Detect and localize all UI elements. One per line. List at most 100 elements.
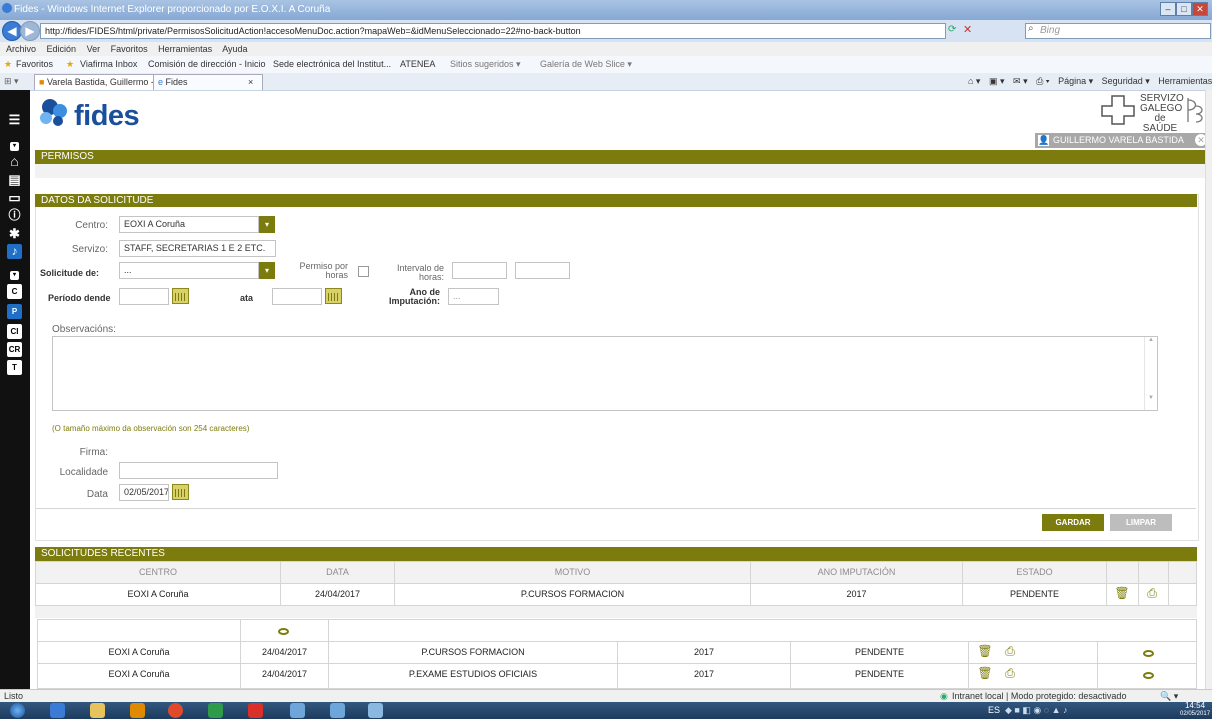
fav-comision[interactable]: Comisión de dirección - Inicio [148, 59, 266, 69]
explorer-taskbar-icon[interactable] [90, 703, 105, 718]
tool-t[interactable]: T [7, 360, 22, 375]
settings-icon[interactable]: ✱ [7, 226, 22, 241]
delete-icon[interactable]: 🗑 [1110, 586, 1134, 600]
document-icon[interactable]: ▤ [7, 172, 22, 187]
tool-cr[interactable]: CR [7, 342, 22, 357]
calendar-desde-icon[interactable] [172, 288, 189, 304]
favorites-button[interactable]: Favoritos [16, 59, 53, 69]
ie-taskbar-icon[interactable] [50, 703, 65, 718]
feeds-icon[interactable]: ▣ ▾ [989, 76, 1005, 86]
tray-icons[interactable]: ◆ ■ ◧ ◉ ◌ ▲ ♪ [1005, 705, 1067, 716]
fav-atenea[interactable]: ATENEA [400, 59, 435, 69]
outlook-taskbar-icon[interactable] [130, 703, 145, 718]
close-tab-icon[interactable]: × [248, 75, 253, 90]
editor-taskbar-icon[interactable] [330, 703, 345, 718]
tool-ci[interactable]: CI [7, 324, 22, 339]
cell-estado: PENDENTE [854, 647, 904, 657]
periodo-ata-input[interactable] [272, 288, 322, 305]
home-icon[interactable]: ⌂ ▾ [968, 76, 980, 86]
mail-icon[interactable]: ✉ ▾ [1013, 76, 1028, 86]
permisos-title: PERMISOS [41, 151, 94, 162]
calendar-ata-icon[interactable] [325, 288, 342, 304]
print-row-icon[interactable]: ⎙ [1000, 644, 1020, 659]
home-nav-icon[interactable]: ⌂ [7, 154, 22, 169]
centro-dropdown-icon[interactable]: ▾ [259, 216, 275, 233]
maximize-button[interactable]: □ [1176, 2, 1192, 16]
solicitude-dropdown-icon[interactable]: ▾ [259, 262, 275, 279]
forward-button[interactable]: ▶ [20, 21, 40, 41]
view-icon[interactable] [1143, 672, 1154, 679]
left-toolbar: ☰ ▾ ⌂ ▤ ▭ ⓘ ✱ ♪ ▾ C P CI CR T [0, 90, 30, 695]
collapse-icon-2[interactable]: ▾ [10, 271, 19, 280]
stop-icon[interactable]: ✕ [963, 23, 972, 36]
refresh-icon[interactable]: ⟳ [948, 24, 956, 35]
url-field[interactable]: http://fides/FIDES/html/private/Permisos… [40, 23, 946, 39]
print-row-icon[interactable]: ⎙ [1000, 666, 1020, 681]
paint-taskbar-icon[interactable] [368, 703, 383, 718]
calendar-data-icon[interactable] [172, 484, 189, 500]
fav-webslice[interactable]: Galería de Web Slice ▾ [540, 59, 632, 70]
max-chars-note: (O tamaño máximo da observación son 254 … [52, 424, 250, 433]
start-button[interactable] [10, 703, 25, 718]
menu-ver[interactable]: Ver [87, 44, 101, 54]
table-row: EOXI A Coruña 24/04/2017 P.EXAME ESTUDIO… [38, 664, 1196, 685]
permiso-horas-checkbox[interactable] [358, 266, 369, 277]
outlook-icon: ■ [39, 77, 45, 87]
acrobat-taskbar-icon[interactable] [248, 703, 263, 718]
excel-taskbar-icon[interactable] [208, 703, 223, 718]
delete-icon[interactable]: 🗑 [975, 666, 995, 680]
info-icon[interactable]: ⓘ [7, 208, 22, 223]
textarea-scrollbar[interactable]: ▲ ▼ [1144, 337, 1157, 410]
menu-herramientas[interactable]: Herramientas [158, 44, 212, 54]
menu-archivo[interactable]: Archivo [6, 44, 36, 54]
intervalo-desde-input[interactable] [452, 262, 507, 279]
print-row-icon[interactable]: ⎙ [1140, 586, 1164, 601]
ano-imputacion-input[interactable]: ... [448, 288, 499, 305]
tab-fides[interactable]: e Fides × [153, 74, 263, 90]
intervalo-ata-input[interactable] [515, 262, 570, 279]
limpar-button[interactable]: LIMPAR [1110, 514, 1172, 531]
tool-c[interactable]: C [7, 284, 22, 299]
search-input[interactable]: Bing [1025, 23, 1211, 39]
gardar-button[interactable]: GARDAR [1042, 514, 1104, 531]
quick-tabs-icon[interactable]: ⊞ ▾ [4, 76, 19, 87]
music-icon[interactable]: ♪ [7, 244, 22, 259]
menu-pagina[interactable]: Página ▾ [1058, 76, 1093, 86]
print-icon[interactable]: ⎙ ▾ [1036, 76, 1049, 86]
minimize-button[interactable]: – [1160, 2, 1176, 16]
menu-edicion[interactable]: Edición [47, 44, 77, 54]
col-centro: CENTRO [139, 567, 177, 577]
tool-p[interactable]: P [7, 304, 22, 319]
zoom-icon[interactable]: 🔍 ▾ [1160, 691, 1178, 702]
eye-header-icon[interactable] [278, 628, 289, 635]
zone-text: Intranet local | Modo protegido: desacti… [952, 691, 1127, 701]
centro-select[interactable]: EOXI A Coruña [119, 216, 259, 233]
solicitude-select[interactable]: ... [119, 262, 259, 279]
delete-icon[interactable]: 🗑 [975, 644, 995, 658]
page-scrollbar[interactable] [1205, 90, 1212, 689]
menu-favoritos[interactable]: Favoritos [111, 44, 148, 54]
cell-ano: 2017 [693, 669, 715, 679]
chrome-taskbar-icon[interactable] [168, 703, 183, 718]
monitor-icon[interactable]: ▭ [7, 190, 22, 205]
fav-viafirma[interactable]: Viafirma Inbox [80, 59, 137, 69]
app-taskbar-icon[interactable] [290, 703, 305, 718]
menu-herramientas-cmd[interactable]: Herramientas ▾ [1158, 76, 1212, 86]
lang-indicator[interactable]: ES [988, 705, 1000, 715]
data-input[interactable]: 02/05/2017 [119, 484, 169, 501]
datos-header: DATOS DA SOLICITUDE [35, 194, 1197, 207]
localidade-input[interactable] [119, 462, 278, 479]
close-window-button[interactable]: ✕ [1192, 2, 1208, 16]
collapse-icon[interactable]: ▾ [10, 142, 19, 151]
menu-list-icon[interactable]: ☰ [7, 112, 22, 127]
menu-ayuda[interactable]: Ayuda [222, 44, 247, 54]
fav-sede[interactable]: Sede electrónica del Institut... [273, 59, 391, 69]
tab-outlook[interactable]: ■ Varela Bastida, Guillermo - O... [34, 74, 171, 90]
periodo-desde-input[interactable] [119, 288, 169, 305]
observacions-textarea[interactable]: ▲ ▼ [52, 336, 1158, 411]
view-icon[interactable] [1143, 650, 1154, 657]
back-button[interactable]: ◀ [2, 21, 22, 41]
fav-sitios[interactable]: Sitios sugeridos ▾ [450, 59, 521, 70]
menu-seguridad[interactable]: Seguridad ▾ [1102, 76, 1150, 86]
add-favorite-icon[interactable]: ★ [66, 59, 74, 70]
